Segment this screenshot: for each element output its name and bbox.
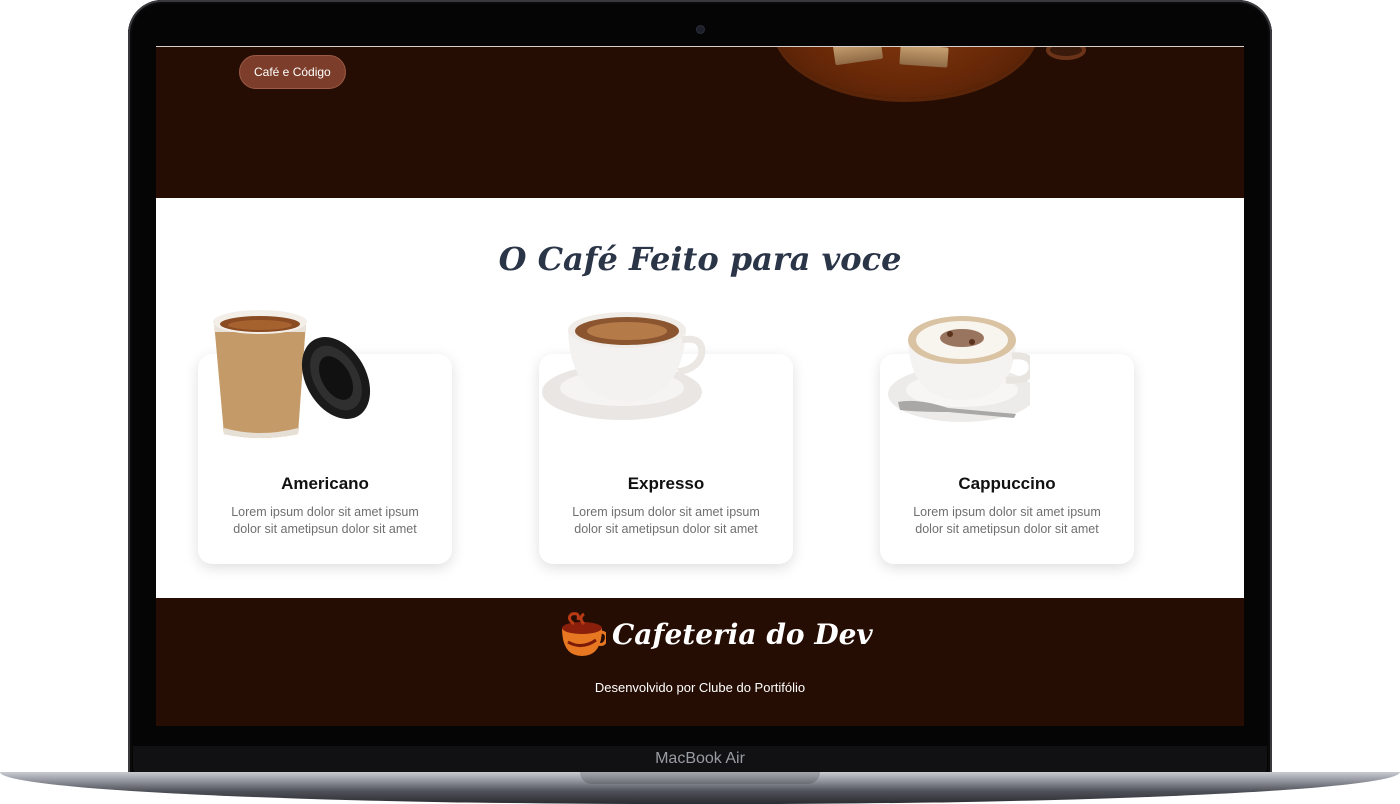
footer-brand[interactable]: Cafeteria do Dev	[612, 618, 873, 651]
coffee-cup-logo-icon	[562, 612, 606, 656]
card-description: Lorem ipsum dolor sit amet ipsum dolor s…	[231, 505, 419, 536]
laptop-hinge-notch	[580, 772, 820, 784]
section-title: O Café Feito para voce	[498, 240, 902, 278]
browser-viewport: Café e Código O Café Feito para voce Ame…	[156, 46, 1244, 726]
paper-coffee-cup-icon	[213, 310, 371, 438]
webcam-icon	[697, 26, 704, 33]
espresso-cup-icon	[542, 312, 706, 420]
menu-section: O Café Feito para voce Americano Lorem i…	[156, 198, 1244, 598]
card-description: Lorem ipsum dolor sit amet ipsum dolor s…	[913, 505, 1101, 536]
coffee-cup-handle-image	[1046, 46, 1086, 60]
cafe-e-codigo-button[interactable]: Café e Código	[239, 55, 346, 89]
footer-credit: Desenvolvido por Clube do Portifólio	[594, 680, 806, 695]
hero-section: Café e Código	[156, 46, 1244, 198]
card-name: Expresso	[627, 474, 705, 493]
card-name: Americano	[281, 474, 369, 493]
model-label: MacBook Air	[655, 750, 745, 767]
card-description: Lorem ipsum dolor sit amet ipsum dolor s…	[572, 505, 760, 536]
cappuccino-cup-icon	[888, 316, 1030, 422]
card-name: Cappuccino	[958, 474, 1056, 493]
site-footer: Cafeteria do Dev Desenvolvido por Clube …	[156, 598, 1244, 726]
coffee-plate-image	[776, 46, 1036, 98]
